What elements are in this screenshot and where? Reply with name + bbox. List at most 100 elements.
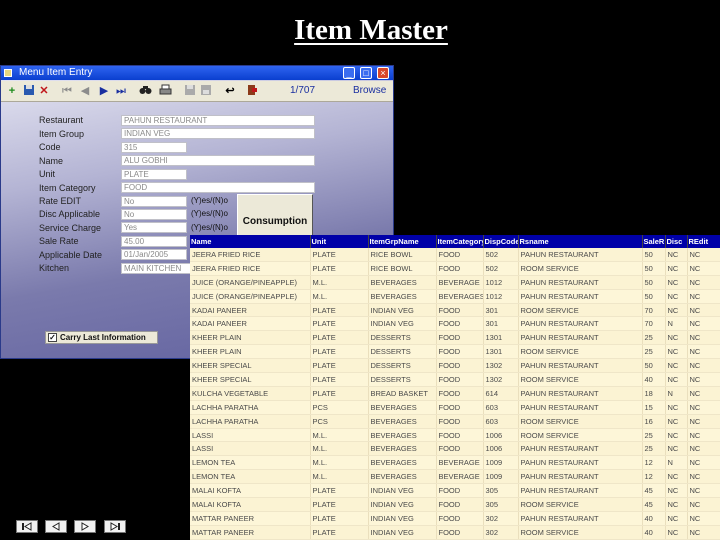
table-cell: N (665, 316, 688, 332)
table-row[interactable]: MATTAR PANEER PLATE INDIAN VEG FOOD 302 PAHUN… (190, 511, 720, 526)
table-cell: INDIAN VEG (368, 497, 437, 512)
table-cell: 301 (483, 303, 519, 318)
table-row[interactable]: MALAI KOFTA PLATE INDIAN VEG FOOD 305 PAHUN R… (190, 483, 720, 499)
next-record-icon[interactable]: ▶ (97, 84, 111, 98)
table-row[interactable]: LEMON TEA M.L. BEVERAGES BEVERAGE 1009 PAHUN … (190, 469, 720, 485)
print-icon[interactable] (158, 84, 172, 98)
table-row[interactable]: KULCHA VEGETABLE PLATE BREAD BASKET FOOD 614… (190, 386, 720, 401)
table-cell: M.L. (310, 455, 369, 471)
carry-last-information-checkbox[interactable]: ✓ Carry Last Information (45, 331, 158, 344)
consumption-button[interactable]: Consumption (237, 194, 313, 241)
table-cell: NC (665, 358, 688, 374)
undo-icon[interactable]: ↩ (223, 84, 237, 98)
table-cell: NC (687, 428, 720, 443)
minimize-button[interactable]: _ (343, 67, 355, 79)
service-charge-field[interactable]: Yes (121, 222, 187, 233)
table-cell: 1302 (483, 372, 519, 387)
last-slide-button[interactable] (104, 520, 126, 533)
table-cell: BEVERAGES (368, 414, 437, 429)
table-cell: DESSERTS (368, 344, 437, 360)
save-icon[interactable] (22, 84, 36, 98)
table-row[interactable]: KADAI PANEER PLATE INDIAN VEG FOOD 301 ROOM S… (190, 303, 720, 318)
table-row[interactable]: LACHHA PARATHA PCS BEVERAGES FOOD 603 PAHUN R… (190, 400, 720, 415)
table-cell: NC (687, 261, 720, 276)
grid-column-header[interactable]: ItemGrpName (368, 235, 437, 248)
first-slide-button[interactable] (16, 520, 38, 533)
name-field[interactable]: ALU GOBHI (121, 155, 315, 166)
table-cell: BEVERAGES (368, 428, 437, 443)
restaurant-field[interactable]: PAHUN RESTAURANT (121, 115, 315, 126)
table-row[interactable]: JUICE (ORANGE/PINEAPPLE) M.L. BEVERAGES BEV… (190, 275, 720, 290)
rate-edit-field[interactable]: No (121, 196, 187, 207)
grid-column-header[interactable]: Name (190, 235, 311, 248)
disk-icon[interactable] (183, 84, 197, 98)
table-cell: NC (665, 344, 688, 360)
table-cell: NC (665, 289, 688, 304)
grid-column-header[interactable]: SaleR (642, 235, 666, 248)
grid-column-header[interactable]: Unit (310, 235, 369, 248)
table-cell: 40 (642, 511, 666, 526)
previous-record-icon[interactable]: ◀ (78, 84, 92, 98)
table-cell: 16 (642, 414, 666, 429)
grid-column-header[interactable]: DispCode (483, 235, 519, 248)
table-row[interactable]: KADAI PANEER PLATE INDIAN VEG FOOD 301 PAHUN … (190, 316, 720, 332)
add-icon[interactable]: + (5, 84, 19, 98)
table-row[interactable]: LEMON TEA M.L. BEVERAGES BEVERAGE 1009 PAHUN … (190, 455, 720, 471)
window-titlebar[interactable]: Menu Item Entry _ □ × (1, 66, 393, 80)
grid-column-header[interactable]: Rsname (518, 235, 643, 248)
table-row[interactable]: KHEER PLAIN PLATE DESSERTS FOOD 1301 ROOM SER… (190, 344, 720, 360)
previous-slide-button[interactable] (45, 520, 67, 533)
table-cell: NC (687, 316, 720, 332)
sale-rate-field[interactable]: 45.00 (121, 236, 187, 247)
table-cell: BEVERAGES (368, 275, 437, 290)
table-row[interactable]: JEERA FRIED RICE PLATE RICE BOWL FOOD 502 ROO… (190, 261, 720, 276)
table-row[interactable]: KHEER PLAIN PLATE DESSERTS FOOD 1301 PAHUN RE… (190, 330, 720, 346)
table-cell: FOOD (436, 441, 484, 457)
grid-column-header[interactable]: ItemCategory (436, 235, 484, 248)
first-record-icon[interactable]: ⏮ (60, 84, 74, 98)
table-cell: PAHUN RESTAURANT (518, 316, 643, 332)
table-row[interactable]: LACHHA PARATHA PCS BEVERAGES FOOD 603 ROOM SE… (190, 414, 720, 429)
find-icon[interactable] (138, 84, 152, 98)
table-row[interactable]: KHEER SPECIAL PLATE DESSERTS FOOD 1302 PAHUN … (190, 358, 720, 374)
table-row[interactable]: JEERA FRIED RICE PLATE RICE BOWL FOOD 502 PAH… (190, 248, 720, 262)
table-row[interactable]: JUICE (ORANGE/PINEAPPLE) M.L. BEVERAGES BEV… (190, 289, 720, 304)
table-cell: LACHHA PARATHA (190, 414, 311, 429)
code-field[interactable]: 315 (121, 142, 187, 153)
table-cell: PLATE (310, 344, 369, 360)
table-cell: N (665, 386, 688, 401)
next-slide-button[interactable] (74, 520, 96, 533)
table-cell: NC (687, 483, 720, 499)
table-cell: PAHUN RESTAURANT (518, 441, 643, 457)
disc-applicable-field[interactable]: No (121, 209, 187, 220)
disk2-icon[interactable] (199, 84, 213, 98)
table-cell: 301 (483, 316, 519, 332)
last-record-icon[interactable]: ⏭ (114, 84, 128, 98)
table-cell: FOOD (436, 261, 484, 276)
table-row[interactable]: MATTAR PANEER PLATE INDIAN VEG FOOD 302 ROOM … (190, 525, 720, 540)
table-cell: NC (687, 358, 720, 374)
item-category-field[interactable]: FOOD (121, 182, 315, 193)
table-row[interactable]: LASSI M.L. BEVERAGES FOOD 1006 PAHUN RESTAURA… (190, 441, 720, 457)
kitchen-field[interactable]: MAIN KITCHEN (121, 263, 191, 274)
table-cell: M.L. (310, 275, 369, 290)
applicable-date-field[interactable]: 01/Jan/2005 (121, 249, 187, 260)
grid-column-header[interactable]: Disc (665, 235, 688, 248)
unit-field[interactable]: PLATE (121, 169, 187, 180)
carry-last-information-label: Carry Last Information (60, 333, 146, 342)
item-group-field[interactable]: INDIAN VEG (121, 128, 315, 139)
grid-column-header[interactable]: REdit (687, 235, 720, 248)
table-row[interactable]: LASSI M.L. BEVERAGES FOOD 1006 ROOM SERVICE 25… (190, 428, 720, 443)
table-cell: NC (665, 525, 688, 540)
exit-icon[interactable] (245, 84, 259, 98)
maximize-button[interactable]: □ (360, 67, 372, 79)
table-cell: KADAI PANEER (190, 316, 311, 332)
table-cell: NC (687, 414, 720, 429)
table-row[interactable]: KHEER SPECIAL PLATE DESSERTS FOOD 1302 ROOM S… (190, 372, 720, 387)
table-cell: LEMON TEA (190, 455, 311, 471)
close-button[interactable]: × (377, 67, 389, 79)
table-cell: KHEER PLAIN (190, 344, 311, 360)
delete-icon[interactable]: ✕ (37, 84, 51, 98)
table-row[interactable]: MALAI KOFTA PLATE INDIAN VEG FOOD 305 ROOM SE… (190, 497, 720, 512)
checkmark-icon: ✓ (48, 333, 57, 342)
